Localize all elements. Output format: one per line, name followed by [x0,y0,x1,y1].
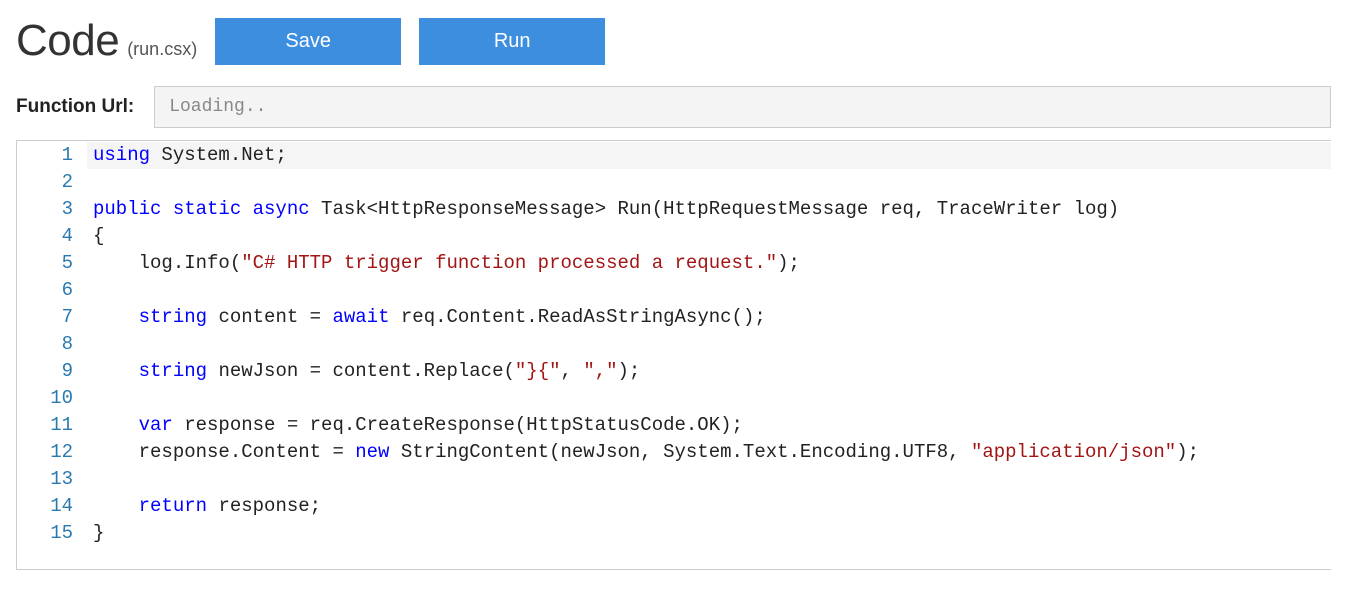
token-kw: string [139,306,219,328]
line-number: 13 [17,466,87,493]
token-plain: response = req.CreateResponse(HttpStatus… [184,414,743,436]
token-str: "}{" [515,360,561,382]
page-title: Code [16,16,119,66]
token-plain: ); [618,360,641,382]
token-plain: req.Content.ReadAsStringAsync(); [401,306,766,328]
line-source[interactable]: string content = await req.Content.ReadA… [87,304,1331,331]
function-url-label: Function Url: [16,96,140,118]
token-plain [93,360,139,382]
token-plain: ); [1176,441,1199,463]
line-source[interactable]: log.Info("C# HTTP trigger function proce… [87,250,1331,277]
line-source[interactable]: { [87,223,1331,250]
line-source[interactable] [87,466,1331,493]
token-kw: return [139,495,219,517]
line-source[interactable]: } [87,520,1331,547]
token-plain: content = [218,306,332,328]
token-plain: , [561,360,584,382]
token-plain: log.Info( [93,252,241,274]
line-number: 5 [17,250,87,277]
code-line[interactable]: 7 string content = await req.Content.Rea… [17,304,1331,331]
token-str: "," [583,360,617,382]
token-plain [93,495,139,517]
token-str: "C# HTTP trigger function processed a re… [241,252,777,274]
code-editor[interactable]: 1using System.Net;23public static async … [16,140,1331,570]
line-number: 12 [17,439,87,466]
line-number: 11 [17,412,87,439]
code-line[interactable]: 8 [17,331,1331,358]
token-kw: string [139,360,219,382]
line-number: 9 [17,358,87,385]
line-source[interactable]: return response; [87,493,1331,520]
line-number: 10 [17,385,87,412]
line-source[interactable]: public static async Task<HttpResponseMes… [87,196,1331,223]
line-source[interactable] [87,331,1331,358]
token-plain: Task<HttpResponseMessage> Run(HttpReques… [321,198,1119,220]
code-line[interactable]: 3public static async Task<HttpResponseMe… [17,196,1331,223]
token-kw: using [93,144,161,166]
code-line[interactable]: 12 response.Content = new StringContent(… [17,439,1331,466]
line-number: 4 [17,223,87,250]
line-number: 3 [17,196,87,223]
code-line[interactable]: 11 var response = req.CreateResponse(Htt… [17,412,1331,439]
line-source[interactable] [87,169,1331,196]
line-source[interactable]: using System.Net; [87,142,1331,169]
line-number: 6 [17,277,87,304]
token-kw: public static async [93,198,321,220]
line-number: 7 [17,304,87,331]
line-number: 1 [17,142,87,169]
line-number: 8 [17,331,87,358]
line-source[interactable]: string newJson = content.Replace("}{", "… [87,358,1331,385]
code-line[interactable]: 13 [17,466,1331,493]
title-block: Code (run.csx) [16,16,197,66]
token-plain [93,414,139,436]
token-str: "application/json" [971,441,1176,463]
token-plain: response; [218,495,321,517]
token-plain: StringContent(newJson, System.Text.Encod… [401,441,971,463]
token-plain: System.Net; [161,144,286,166]
token-plain: ); [777,252,800,274]
token-plain: response.Content = [93,441,355,463]
token-kw: new [355,441,401,463]
function-url-row: Function Url: [16,86,1331,128]
line-source[interactable] [87,385,1331,412]
code-line[interactable]: 14 return response; [17,493,1331,520]
code-line[interactable]: 5 log.Info("C# HTTP trigger function pro… [17,250,1331,277]
code-line[interactable]: 15} [17,520,1331,547]
token-plain: newJson = content.Replace( [218,360,514,382]
code-line[interactable]: 10 [17,385,1331,412]
token-plain: } [93,522,104,544]
save-button[interactable]: Save [215,18,401,65]
line-source[interactable]: var response = req.CreateResponse(HttpSt… [87,412,1331,439]
line-number: 2 [17,169,87,196]
code-line[interactable]: 2 [17,169,1331,196]
code-line[interactable]: 9 string newJson = content.Replace("}{",… [17,358,1331,385]
token-kw: await [332,306,400,328]
token-kw: var [139,414,185,436]
page-subtitle: (run.csx) [127,39,197,60]
token-plain [93,306,139,328]
line-number: 15 [17,520,87,547]
code-line[interactable]: 4{ [17,223,1331,250]
line-number: 14 [17,493,87,520]
header-row: Code (run.csx) Save Run [16,16,1331,66]
run-button[interactable]: Run [419,18,605,65]
token-plain: { [93,225,104,247]
line-source[interactable]: response.Content = new StringContent(new… [87,439,1331,466]
code-line[interactable]: 6 [17,277,1331,304]
line-source[interactable] [87,277,1331,304]
function-url-input[interactable] [154,86,1331,128]
code-line[interactable]: 1using System.Net; [17,142,1331,169]
